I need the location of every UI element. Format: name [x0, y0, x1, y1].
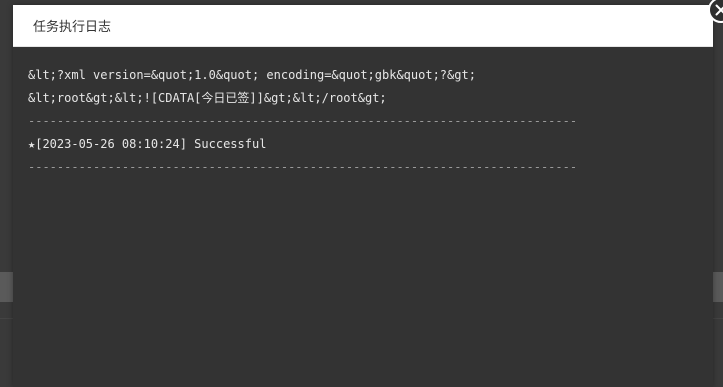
log-line-xml-declaration: &lt;?xml version=&quot;1.0&quot; encodin…	[28, 68, 476, 82]
task-log-dialog: 任务执行日志 &lt;?xml version=&quot;1.0&quot; …	[13, 0, 723, 387]
log-line-status: ★[2023-05-26 08:10:24] Successful	[28, 137, 267, 151]
log-line-root: &lt;root&gt;&lt;![CDATA[今日已签]]&gt;&lt;/r…	[28, 91, 387, 105]
dialog-title: 任务执行日志	[33, 20, 112, 35]
dialog-header: 任务执行日志	[13, 5, 713, 47]
log-content: &lt;?xml version=&quot;1.0&quot; encodin…	[13, 47, 713, 387]
log-separator: ----------------------------------------…	[28, 160, 578, 174]
log-separator: ----------------------------------------…	[28, 114, 578, 128]
close-icon	[715, 4, 723, 16]
